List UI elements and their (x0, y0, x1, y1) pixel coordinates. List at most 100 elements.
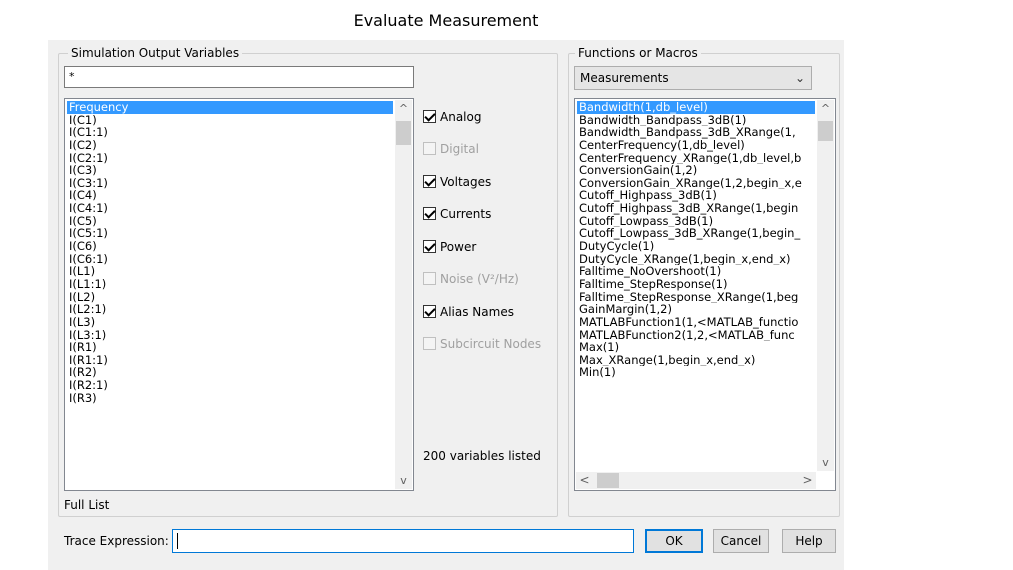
filter-label: Subcircuit Nodes (440, 337, 542, 351)
function-list-item[interactable]: GainMargin(1,2) (577, 303, 815, 316)
filter-alias-names[interactable]: Alias Names (423, 303, 514, 321)
function-list-item[interactable]: Falltime_StepResponse_XRange(1,beg (577, 291, 815, 304)
list-mode-label: Full List (64, 498, 110, 512)
variable-list-item[interactable]: I(R1:1) (67, 354, 393, 367)
filter-voltages[interactable]: Voltages (423, 173, 491, 191)
help-button[interactable]: Help (782, 529, 836, 553)
variable-list-item[interactable]: I(L3) (67, 316, 393, 329)
variable-filter-input[interactable]: * (64, 66, 414, 88)
filter-label: Alias Names (440, 305, 514, 319)
function-list-item[interactable]: ConversionGain(1,2) (577, 164, 815, 177)
functions-list: Bandwidth(1,db_level) Bandwidth_Bandpass_… (577, 101, 815, 379)
scroll-up-icon[interactable]: ^ (395, 100, 412, 117)
scroll-up-icon[interactable]: ^ (817, 100, 834, 117)
variable-list-item[interactable]: I(C1) (67, 114, 393, 127)
scroll-right-icon[interactable]: > (799, 472, 816, 489)
variable-list-item[interactable]: I(L1:1) (67, 278, 393, 291)
checkbox-unchecked-icon (423, 337, 436, 350)
variable-list-item[interactable]: I(C3) (67, 164, 393, 177)
variable-list-item[interactable]: I(C1:1) (67, 126, 393, 139)
function-list-item[interactable]: MATLABFunction2(1,2,<MATLAB_func (577, 329, 815, 342)
function-list-item[interactable]: Cutoff_Lowpass_3dB_XRange(1,begin_ (577, 227, 815, 240)
function-list-item[interactable]: Cutoff_Highpass_3dB_XRange(1,begin (577, 202, 815, 215)
checkbox-checked-icon[interactable] (423, 207, 436, 220)
filter-digital: Digital (423, 140, 479, 158)
function-list-item[interactable]: Max_XRange(1,begin_x,end_x) (577, 354, 815, 367)
function-list-item[interactable]: Bandwidth(1,db_level) (577, 101, 815, 114)
variable-list-item[interactable]: I(C6) (67, 240, 393, 253)
filter-label: Analog (440, 110, 482, 124)
checkbox-checked-icon[interactable] (423, 305, 436, 318)
dialog-title: Evaluate Measurement (48, 0, 844, 40)
filter-currents[interactable]: Currents (423, 205, 491, 223)
variable-list-item[interactable]: I(L3:1) (67, 329, 393, 342)
function-list-item[interactable]: Min(1) (577, 366, 815, 379)
filter-label: Power (440, 240, 477, 254)
function-list-item[interactable]: Bandwidth_Bandpass_3dB_XRange(1, (577, 126, 815, 139)
trace-expression-label: Trace Expression: (64, 534, 169, 548)
function-list-item[interactable]: Falltime_StepResponse(1) (577, 278, 815, 291)
hscroll-thumb[interactable] (597, 473, 619, 488)
functions-vscroll[interactable]: ^ v (817, 100, 834, 471)
variables-vscroll[interactable]: ^ v (395, 100, 412, 489)
function-list-item[interactable]: MATLABFunction1(1,<MATLAB_functio (577, 316, 815, 329)
chevron-down-icon: ⌄ (794, 71, 805, 85)
function-list-item[interactable]: Max(1) (577, 341, 815, 354)
function-list-item[interactable]: Falltime_NoOvershoot(1) (577, 265, 815, 278)
function-list-item[interactable]: CenterFrequency_XRange(1,db_level,b (577, 152, 815, 165)
variable-list-item[interactable]: I(C4:1) (67, 202, 393, 215)
checkbox-unchecked-icon (423, 142, 436, 155)
scroll-thumb[interactable] (396, 121, 411, 145)
variable-list-item[interactable]: I(C2) (67, 139, 393, 152)
variables-listbox[interactable]: Frequency I(C1) I(C1:1) I(C2) I(C2:1) I(C3) I(… (64, 98, 414, 491)
functions-legend: Functions or Macros (575, 46, 701, 60)
variables-list: Frequency I(C1) I(C1:1) I(C2) I(C2:1) I(C3) I(… (67, 101, 393, 404)
checkbox-checked-icon[interactable] (423, 240, 436, 253)
variable-list-item[interactable]: I(R3) (67, 392, 393, 405)
variable-list-item[interactable]: I(C4) (67, 189, 393, 202)
scroll-down-icon[interactable]: v (817, 454, 834, 471)
variable-list-item[interactable]: I(C5) (67, 215, 393, 228)
ok-button[interactable]: OK (645, 529, 703, 553)
variable-list-item[interactable]: I(L2:1) (67, 303, 393, 316)
function-list-item[interactable]: CenterFrequency(1,db_level) (577, 139, 815, 152)
filter-noise-v-hz: Noise (V²/Hz) (423, 270, 519, 288)
checkbox-checked-icon[interactable] (423, 175, 436, 188)
variable-list-item[interactable]: I(R2:1) (67, 379, 393, 392)
variable-list-item[interactable]: I(C3:1) (67, 177, 393, 190)
filter-power[interactable]: Power (423, 238, 476, 256)
variable-list-item[interactable]: Frequency (67, 101, 393, 114)
filter-label: Noise (V²/Hz) (440, 272, 519, 286)
variable-list-item[interactable]: I(R2) (67, 366, 393, 379)
variable-list-item[interactable]: I(C5:1) (67, 227, 393, 240)
function-list-item[interactable]: ConversionGain_XRange(1,2,begin_x,e (577, 177, 815, 190)
trace-expression-input[interactable] (172, 529, 634, 553)
variable-list-item[interactable]: I(C2:1) (67, 152, 393, 165)
filter-label: Digital (440, 142, 479, 156)
cancel-button[interactable]: Cancel (713, 529, 769, 553)
variable-list-item[interactable]: I(C6:1) (67, 253, 393, 266)
filter-analog[interactable]: Analog (423, 108, 481, 126)
filter-subcircuit-nodes: Subcircuit Nodes (423, 335, 541, 353)
function-list-item[interactable]: DutyCycle(1) (577, 240, 815, 253)
variable-count-label: 200 variables listed (423, 449, 541, 463)
variable-list-item[interactable]: I(R1) (67, 341, 393, 354)
functions-listbox[interactable]: Bandwidth(1,db_level) Bandwidth_Bandpass_… (574, 98, 836, 491)
functions-hscroll[interactable]: < > (576, 472, 816, 489)
scroll-down-icon[interactable]: v (395, 472, 412, 489)
checkbox-unchecked-icon (423, 272, 436, 285)
variable-list-item[interactable]: I(L2) (67, 291, 393, 304)
function-list-item[interactable]: DutyCycle_XRange(1,begin_x,end_x) (577, 253, 815, 266)
function-list-item[interactable]: Cutoff_Highpass_3dB(1) (577, 189, 815, 202)
function-list-item[interactable]: Bandwidth_Bandpass_3dB(1) (577, 114, 815, 127)
variable-list-item[interactable]: I(L1) (67, 265, 393, 278)
scroll-left-icon[interactable]: < (576, 472, 593, 489)
function-category-select[interactable]: Measurements ⌄ (574, 66, 812, 90)
filter-label: Currents (440, 207, 492, 221)
sim-output-legend: Simulation Output Variables (68, 46, 243, 60)
evaluate-measurement-dialog: Evaluate Measurement Simulation Output V… (48, 0, 844, 570)
scroll-thumb[interactable] (818, 121, 833, 141)
function-category-value: Measurements (580, 71, 669, 85)
checkbox-checked-icon[interactable] (423, 110, 436, 123)
function-list-item[interactable]: Cutoff_Lowpass_3dB(1) (577, 215, 815, 228)
